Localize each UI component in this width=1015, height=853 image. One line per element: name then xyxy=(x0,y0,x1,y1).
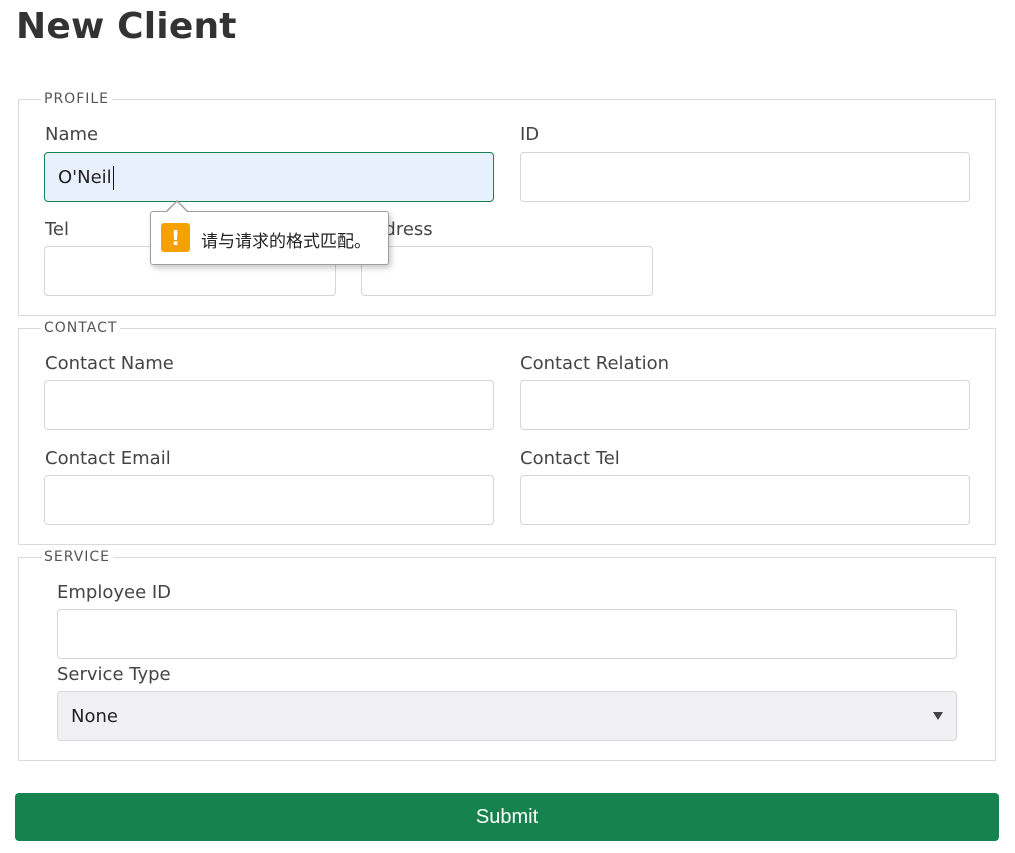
service-type-value: None xyxy=(71,705,118,727)
service-legend: SERVICE xyxy=(44,549,111,565)
contact-legend: CONTACT xyxy=(44,320,118,336)
contact-relation-input[interactable] xyxy=(520,380,970,430)
id-input[interactable] xyxy=(520,152,970,202)
employee-id-label: Employee ID xyxy=(57,582,172,603)
contact-email-label: Contact Email xyxy=(45,448,171,469)
page-title: New Client xyxy=(16,6,237,47)
id-label: ID xyxy=(520,124,540,145)
tooltip-arrow xyxy=(166,202,188,213)
service-type-select[interactable]: None xyxy=(57,691,957,741)
name-input[interactable] xyxy=(44,152,494,202)
contact-name-input[interactable] xyxy=(44,380,494,430)
text-caret xyxy=(113,166,114,190)
warning-icon: ! xyxy=(161,223,190,252)
contact-tel-input[interactable] xyxy=(520,475,970,525)
service-type-label: Service Type xyxy=(57,664,171,685)
chevron-down-icon xyxy=(933,712,943,720)
address-input[interactable] xyxy=(361,246,653,296)
contact-relation-label: Contact Relation xyxy=(520,353,670,374)
tel-label: Tel xyxy=(45,219,70,240)
contact-name-label: Contact Name xyxy=(45,353,174,374)
contact-email-input[interactable] xyxy=(44,475,494,525)
submit-button[interactable]: Submit xyxy=(15,793,999,841)
employee-id-input[interactable] xyxy=(57,609,957,659)
name-label: Name xyxy=(45,124,99,145)
contact-tel-label: Contact Tel xyxy=(520,448,620,469)
validation-message: 请与请求的格式匹配。 xyxy=(201,232,371,252)
validation-tooltip: ! 请与请求的格式匹配。 xyxy=(150,200,389,265)
profile-legend: PROFILE xyxy=(44,91,110,107)
